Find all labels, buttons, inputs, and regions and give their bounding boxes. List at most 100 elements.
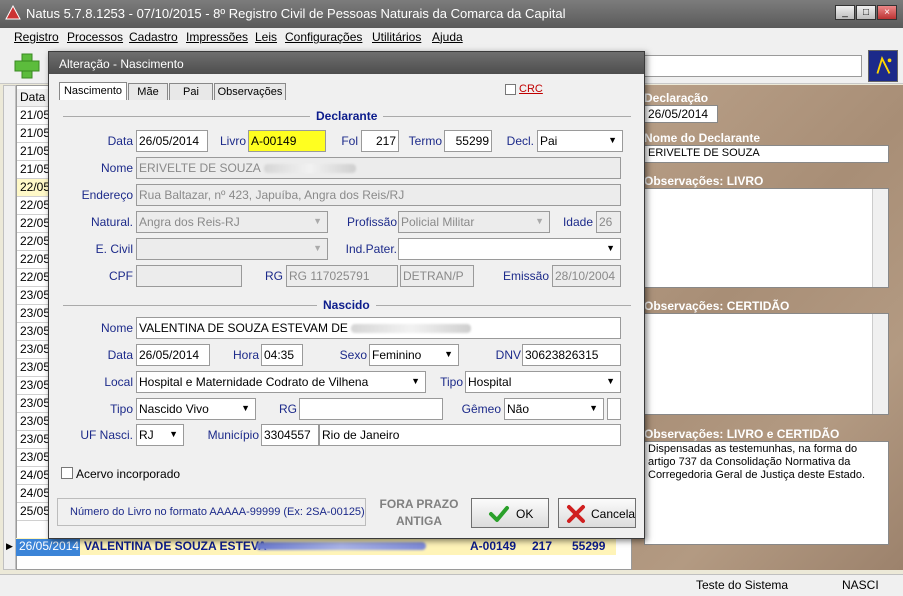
declarante-rg-label: RG (265, 269, 283, 283)
menu-configuracoes[interactable]: Configurações (285, 30, 362, 44)
local-select[interactable]: Hospital e Maternidade Codrato de Vilhen… (136, 371, 426, 393)
grid-row-date[interactable]: 22/05 (17, 233, 51, 251)
fora-prazo-label: FORA PRAZO ANTIGA (379, 497, 459, 528)
declarante-data-field[interactable]: 26/05/2014 (136, 130, 208, 152)
app-logo-icon (5, 5, 21, 20)
grid-row-date[interactable]: 23/05 (17, 287, 51, 305)
acervo-incorporado-label: Acervo incorporado (76, 467, 181, 481)
grid-row-date[interactable]: 23/05 (17, 395, 51, 413)
add-icon[interactable] (10, 51, 44, 81)
grid-row-date[interactable]: 23/05 (17, 305, 51, 323)
nascido-nome-field[interactable]: VALENTINA DE SOUZA ESTEVAM DE (136, 317, 621, 339)
tipo-nascimento-select[interactable]: Nascido Vivo (136, 398, 256, 420)
grid-row-date[interactable]: 25/05 (17, 503, 51, 521)
gemeo-extra-field[interactable] (607, 398, 621, 420)
declarante-nome-field[interactable]: ERIVELTE DE SOUZA (136, 157, 621, 179)
grid-row-date[interactable]: 23/05 (17, 323, 51, 341)
grid-header-date[interactable]: Data (17, 89, 51, 107)
tipo-local-select[interactable]: Hospital (465, 371, 621, 393)
livro-field[interactable]: A-00149 (248, 130, 326, 152)
municipio-label: Município (207, 428, 259, 442)
nascido-rg-field[interactable] (299, 398, 443, 420)
menu-impressoes[interactable]: Impressões (186, 30, 248, 44)
tab-pai[interactable]: Pai (169, 83, 213, 100)
menu-utilitarios[interactable]: Utilitários (372, 30, 421, 44)
profissao-label: Profissão (346, 215, 397, 229)
grid-row-date[interactable]: 23/05 (17, 377, 51, 395)
scrollbar[interactable] (872, 314, 888, 414)
idade-field[interactable]: 26 (596, 211, 621, 233)
cancel-button[interactable]: Cancela (558, 498, 636, 528)
grid-row-date[interactable]: 21/05 (17, 125, 51, 143)
close-button[interactable]: × (877, 5, 897, 20)
nome-declarante-field[interactable]: ERIVELTE DE SOUZA (644, 145, 889, 163)
grid-row-date[interactable]: 23/05 (17, 449, 51, 467)
grid-row-date[interactable]: 22/05 (17, 251, 51, 269)
tipo-nascimento-label: Tipo (110, 402, 133, 416)
ok-button[interactable]: OK (471, 498, 549, 528)
tab-observacoes[interactable]: Observações (214, 83, 286, 100)
declarante-tipo-select[interactable]: Pai (537, 130, 623, 152)
help-icon[interactable] (868, 50, 898, 82)
status-bar: Teste do Sistema NASCI (0, 574, 903, 596)
menu-processos[interactable]: Processos (67, 30, 123, 44)
acervo-incorporado-checkbox[interactable] (61, 467, 73, 479)
redacted-text (263, 164, 356, 174)
grid-row-date[interactable]: 23/05 (17, 413, 51, 431)
crc-checkbox[interactable] (505, 84, 516, 95)
grid-row-date[interactable]: 23/05 (17, 359, 51, 377)
cpf-field[interactable] (136, 265, 242, 287)
naturalidade-select[interactable]: Angra dos Reis-RJ (136, 211, 328, 233)
search-input[interactable] (630, 55, 862, 77)
grid-row-date[interactable]: 22/05 (17, 197, 51, 215)
ind-pater-select[interactable] (398, 238, 621, 260)
emissao-field[interactable]: 28/10/2004 (552, 265, 621, 287)
folha-field[interactable]: 217 (361, 130, 399, 152)
declaracao-field[interactable]: 26/05/2014 (644, 105, 718, 123)
estado-civil-select[interactable] (136, 238, 328, 260)
obs-livro-textarea[interactable] (644, 188, 889, 288)
grid-row-date[interactable]: 21/05 (17, 143, 51, 161)
tab-nascimento[interactable]: Nascimento (59, 82, 127, 100)
endereco-field[interactable]: Rua Baltazar, nº 423, Japuíba, Angra dos… (136, 184, 621, 206)
redacted-surname (256, 542, 426, 550)
gemeo-select[interactable]: Não (504, 398, 604, 420)
obs-certidao-textarea[interactable] (644, 313, 889, 415)
municipio-code-field[interactable]: 3304557 (261, 424, 319, 446)
declarante-rg-field[interactable]: RG 117025791 (286, 265, 398, 287)
grid-row-date[interactable]: 21/05 (17, 107, 51, 125)
grid-row-date[interactable]: 21/05 (17, 161, 51, 179)
menu-ajuda[interactable]: Ajuda (432, 30, 463, 44)
selected-table-row[interactable]: 26/05/2014 VALENTINA DE SOUZA ESTEVA A-0… (16, 538, 616, 556)
menu-registro[interactable]: Registro (14, 30, 59, 44)
selected-row-livro: A-00149 (470, 539, 517, 553)
ind-pater-label: Ind.Pater. (345, 242, 397, 256)
window-title: Natus 5.7.8.1253 - 07/10/2015 - 8º Regis… (26, 6, 566, 21)
maximize-button[interactable]: □ (856, 5, 876, 20)
profissao-select[interactable]: Policial Militar (398, 211, 550, 233)
menu-leis[interactable]: Leis (255, 30, 277, 44)
nascido-data-field[interactable]: 26/05/2014 (136, 344, 210, 366)
grid-row-date[interactable]: 24/05 (17, 467, 51, 485)
declarante-nome-value: ERIVELTE DE SOUZA (139, 161, 261, 175)
grid-row-date[interactable]: 22/05 (17, 179, 51, 197)
grid-row-date[interactable]: 23/05 (17, 431, 51, 449)
obs-livro-certidao-textarea[interactable]: Dispensadas as testemunhas, na forma do … (644, 441, 889, 545)
dnv-field[interactable]: 30623826315 (522, 344, 621, 366)
municipio-field[interactable]: Rio de Janeiro (319, 424, 621, 446)
scrollbar[interactable] (872, 189, 888, 287)
hora-label: Hora (232, 348, 259, 362)
grid-row-date[interactable]: 23/05 (17, 341, 51, 359)
minimize-button[interactable]: _ (835, 5, 855, 20)
orgao-emissor-field[interactable]: DETRAN/P (400, 265, 474, 287)
tab-mae[interactable]: Mãe (128, 83, 168, 100)
termo-field[interactable]: 55299 (444, 130, 492, 152)
uf-nascimento-select[interactable]: RJ (136, 424, 184, 446)
sexo-select[interactable]: Feminino (369, 344, 459, 366)
grid-row-date[interactable]: 22/05 (17, 215, 51, 233)
hora-field[interactable]: 04:35 (261, 344, 303, 366)
grid-row-date[interactable]: 22/05 (17, 269, 51, 287)
title-bar: Natus 5.7.8.1253 - 07/10/2015 - 8º Regis… (0, 0, 903, 28)
grid-row-date[interactable]: 24/05 (17, 485, 51, 503)
menu-cadastro[interactable]: Cadastro (129, 30, 178, 44)
